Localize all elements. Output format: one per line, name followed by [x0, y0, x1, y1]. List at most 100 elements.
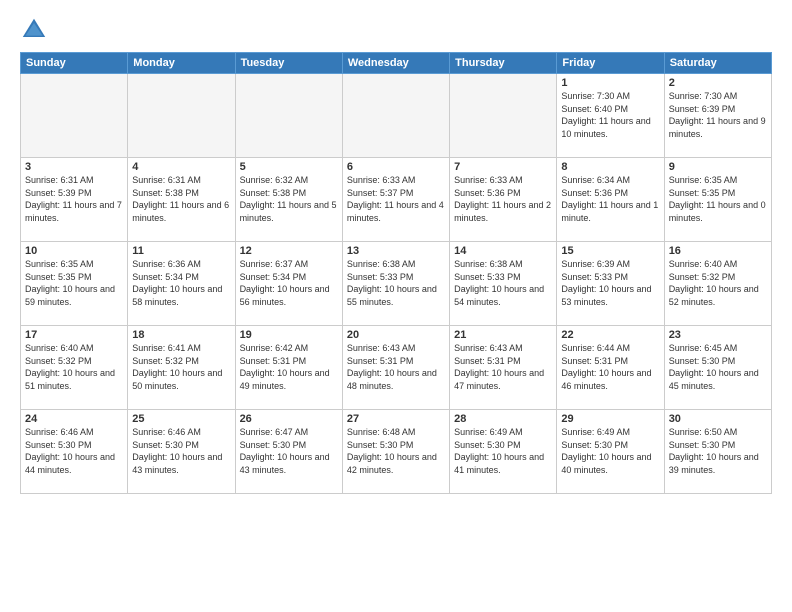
day-info: Sunrise: 6:38 AMSunset: 5:33 PMDaylight:… — [454, 258, 552, 308]
header — [20, 16, 772, 44]
calendar-cell: 4Sunrise: 6:31 AMSunset: 5:38 PMDaylight… — [128, 158, 235, 242]
day-info: Sunrise: 6:37 AMSunset: 5:34 PMDaylight:… — [240, 258, 338, 308]
calendar-header-row: SundayMondayTuesdayWednesdayThursdayFrid… — [21, 53, 772, 74]
calendar-cell: 26Sunrise: 6:47 AMSunset: 5:30 PMDayligh… — [235, 410, 342, 494]
day-info: Sunrise: 6:46 AMSunset: 5:30 PMDaylight:… — [25, 426, 123, 476]
calendar-cell: 17Sunrise: 6:40 AMSunset: 5:32 PMDayligh… — [21, 326, 128, 410]
calendar-week-row: 17Sunrise: 6:40 AMSunset: 5:32 PMDayligh… — [21, 326, 772, 410]
calendar-cell — [21, 74, 128, 158]
day-info: Sunrise: 6:50 AMSunset: 5:30 PMDaylight:… — [669, 426, 767, 476]
calendar-cell: 25Sunrise: 6:46 AMSunset: 5:30 PMDayligh… — [128, 410, 235, 494]
day-info: Sunrise: 6:45 AMSunset: 5:30 PMDaylight:… — [669, 342, 767, 392]
calendar-cell — [235, 74, 342, 158]
calendar-cell: 28Sunrise: 6:49 AMSunset: 5:30 PMDayligh… — [450, 410, 557, 494]
calendar-day-header: Sunday — [21, 53, 128, 74]
calendar-cell — [450, 74, 557, 158]
day-number: 19 — [240, 329, 338, 341]
calendar-cell: 20Sunrise: 6:43 AMSunset: 5:31 PMDayligh… — [342, 326, 449, 410]
day-info: Sunrise: 6:33 AMSunset: 5:36 PMDaylight:… — [454, 174, 552, 224]
calendar-cell: 24Sunrise: 6:46 AMSunset: 5:30 PMDayligh… — [21, 410, 128, 494]
day-number: 2 — [669, 77, 767, 89]
calendar-day-header: Thursday — [450, 53, 557, 74]
calendar-cell: 23Sunrise: 6:45 AMSunset: 5:30 PMDayligh… — [664, 326, 771, 410]
calendar-cell: 21Sunrise: 6:43 AMSunset: 5:31 PMDayligh… — [450, 326, 557, 410]
day-info: Sunrise: 6:49 AMSunset: 5:30 PMDaylight:… — [454, 426, 552, 476]
calendar-week-row: 1Sunrise: 7:30 AMSunset: 6:40 PMDaylight… — [21, 74, 772, 158]
day-number: 27 — [347, 413, 445, 425]
calendar-cell — [128, 74, 235, 158]
day-number: 29 — [561, 413, 659, 425]
calendar-cell: 6Sunrise: 6:33 AMSunset: 5:37 PMDaylight… — [342, 158, 449, 242]
calendar-day-header: Wednesday — [342, 53, 449, 74]
day-number: 13 — [347, 245, 445, 257]
day-info: Sunrise: 6:35 AMSunset: 5:35 PMDaylight:… — [669, 174, 767, 224]
day-info: Sunrise: 6:40 AMSunset: 5:32 PMDaylight:… — [669, 258, 767, 308]
day-info: Sunrise: 6:39 AMSunset: 5:33 PMDaylight:… — [561, 258, 659, 308]
day-info: Sunrise: 6:43 AMSunset: 5:31 PMDaylight:… — [454, 342, 552, 392]
day-number: 23 — [669, 329, 767, 341]
day-info: Sunrise: 6:40 AMSunset: 5:32 PMDaylight:… — [25, 342, 123, 392]
calendar-cell: 9Sunrise: 6:35 AMSunset: 5:35 PMDaylight… — [664, 158, 771, 242]
page: SundayMondayTuesdayWednesdayThursdayFrid… — [0, 0, 792, 612]
calendar-cell: 13Sunrise: 6:38 AMSunset: 5:33 PMDayligh… — [342, 242, 449, 326]
day-number: 22 — [561, 329, 659, 341]
calendar-cell: 3Sunrise: 6:31 AMSunset: 5:39 PMDaylight… — [21, 158, 128, 242]
day-number: 30 — [669, 413, 767, 425]
day-info: Sunrise: 6:43 AMSunset: 5:31 PMDaylight:… — [347, 342, 445, 392]
day-info: Sunrise: 6:35 AMSunset: 5:35 PMDaylight:… — [25, 258, 123, 308]
day-number: 18 — [132, 329, 230, 341]
calendar-cell: 16Sunrise: 6:40 AMSunset: 5:32 PMDayligh… — [664, 242, 771, 326]
day-number: 15 — [561, 245, 659, 257]
day-info: Sunrise: 6:32 AMSunset: 5:38 PMDaylight:… — [240, 174, 338, 224]
calendar-cell: 1Sunrise: 7:30 AMSunset: 6:40 PMDaylight… — [557, 74, 664, 158]
day-info: Sunrise: 6:48 AMSunset: 5:30 PMDaylight:… — [347, 426, 445, 476]
day-number: 10 — [25, 245, 123, 257]
calendar-day-header: Saturday — [664, 53, 771, 74]
day-number: 8 — [561, 161, 659, 173]
calendar-cell: 27Sunrise: 6:48 AMSunset: 5:30 PMDayligh… — [342, 410, 449, 494]
day-number: 9 — [669, 161, 767, 173]
calendar-week-row: 3Sunrise: 6:31 AMSunset: 5:39 PMDaylight… — [21, 158, 772, 242]
day-number: 1 — [561, 77, 659, 89]
day-number: 11 — [132, 245, 230, 257]
day-info: Sunrise: 7:30 AMSunset: 6:40 PMDaylight:… — [561, 90, 659, 140]
calendar-cell: 8Sunrise: 6:34 AMSunset: 5:36 PMDaylight… — [557, 158, 664, 242]
day-number: 21 — [454, 329, 552, 341]
day-number: 24 — [25, 413, 123, 425]
logo-icon — [20, 16, 48, 44]
day-info: Sunrise: 6:46 AMSunset: 5:30 PMDaylight:… — [132, 426, 230, 476]
day-info: Sunrise: 6:34 AMSunset: 5:36 PMDaylight:… — [561, 174, 659, 224]
calendar-cell: 14Sunrise: 6:38 AMSunset: 5:33 PMDayligh… — [450, 242, 557, 326]
day-info: Sunrise: 6:44 AMSunset: 5:31 PMDaylight:… — [561, 342, 659, 392]
day-info: Sunrise: 6:41 AMSunset: 5:32 PMDaylight:… — [132, 342, 230, 392]
calendar-cell: 11Sunrise: 6:36 AMSunset: 5:34 PMDayligh… — [128, 242, 235, 326]
day-number: 6 — [347, 161, 445, 173]
calendar-cell: 22Sunrise: 6:44 AMSunset: 5:31 PMDayligh… — [557, 326, 664, 410]
calendar-week-row: 10Sunrise: 6:35 AMSunset: 5:35 PMDayligh… — [21, 242, 772, 326]
day-number: 25 — [132, 413, 230, 425]
day-info: Sunrise: 6:47 AMSunset: 5:30 PMDaylight:… — [240, 426, 338, 476]
calendar-cell: 10Sunrise: 6:35 AMSunset: 5:35 PMDayligh… — [21, 242, 128, 326]
day-number: 5 — [240, 161, 338, 173]
calendar-cell: 30Sunrise: 6:50 AMSunset: 5:30 PMDayligh… — [664, 410, 771, 494]
day-info: Sunrise: 6:42 AMSunset: 5:31 PMDaylight:… — [240, 342, 338, 392]
day-number: 7 — [454, 161, 552, 173]
day-info: Sunrise: 6:49 AMSunset: 5:30 PMDaylight:… — [561, 426, 659, 476]
day-number: 28 — [454, 413, 552, 425]
calendar-cell: 2Sunrise: 7:30 AMSunset: 6:39 PMDaylight… — [664, 74, 771, 158]
calendar-cell — [342, 74, 449, 158]
day-number: 3 — [25, 161, 123, 173]
day-info: Sunrise: 6:31 AMSunset: 5:39 PMDaylight:… — [25, 174, 123, 224]
day-info: Sunrise: 6:31 AMSunset: 5:38 PMDaylight:… — [132, 174, 230, 224]
calendar-cell: 15Sunrise: 6:39 AMSunset: 5:33 PMDayligh… — [557, 242, 664, 326]
logo — [20, 16, 52, 44]
calendar-cell: 7Sunrise: 6:33 AMSunset: 5:36 PMDaylight… — [450, 158, 557, 242]
calendar-cell: 5Sunrise: 6:32 AMSunset: 5:38 PMDaylight… — [235, 158, 342, 242]
day-info: Sunrise: 6:38 AMSunset: 5:33 PMDaylight:… — [347, 258, 445, 308]
calendar-day-header: Monday — [128, 53, 235, 74]
calendar-day-header: Tuesday — [235, 53, 342, 74]
calendar-week-row: 24Sunrise: 6:46 AMSunset: 5:30 PMDayligh… — [21, 410, 772, 494]
day-number: 16 — [669, 245, 767, 257]
day-number: 26 — [240, 413, 338, 425]
day-info: Sunrise: 6:33 AMSunset: 5:37 PMDaylight:… — [347, 174, 445, 224]
